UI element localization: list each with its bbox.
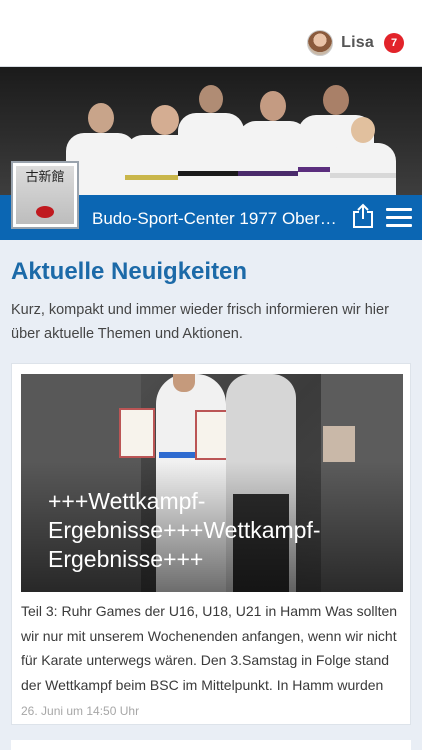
club-logo-emblem	[36, 206, 54, 218]
club-name: Budo-Sport-Center 1977 Oberhausen	[92, 209, 342, 228]
hamburger-menu-icon[interactable]	[386, 208, 412, 228]
news-image[interactable]: +++Wettkampf-Ergebnisse+++Wettkampf-Erge…	[21, 374, 403, 592]
club-logo-kanji: 古新館	[25, 170, 65, 185]
avatar[interactable]	[307, 30, 334, 56]
next-news-card[interactable]	[11, 740, 411, 750]
top-bar: Lisa 7	[0, 0, 422, 67]
news-title[interactable]: +++Wettkampf-Ergebnisse+++Wettkampf-Erge…	[48, 487, 378, 574]
section-intro: Kurz, kompakt und immer wieder frisch in…	[11, 302, 389, 342]
user-name[interactable]: Lisa	[341, 34, 374, 52]
news-excerpt: Teil 3: Ruhr Games der U16, U18, U21 in …	[21, 603, 398, 693]
news-date: 26. Juni um 14:50 Uhr	[21, 704, 140, 718]
page-title: Aktuelle Neuigkeiten	[11, 258, 248, 285]
news-card[interactable]: +++Wettkampf-Ergebnisse+++Wettkampf-Erge…	[11, 363, 411, 725]
club-logo: 古新館	[11, 161, 79, 229]
user-menu[interactable]: Lisa 7	[307, 30, 404, 56]
notification-badge[interactable]: 7	[384, 33, 404, 53]
share-icon[interactable]	[351, 203, 375, 229]
